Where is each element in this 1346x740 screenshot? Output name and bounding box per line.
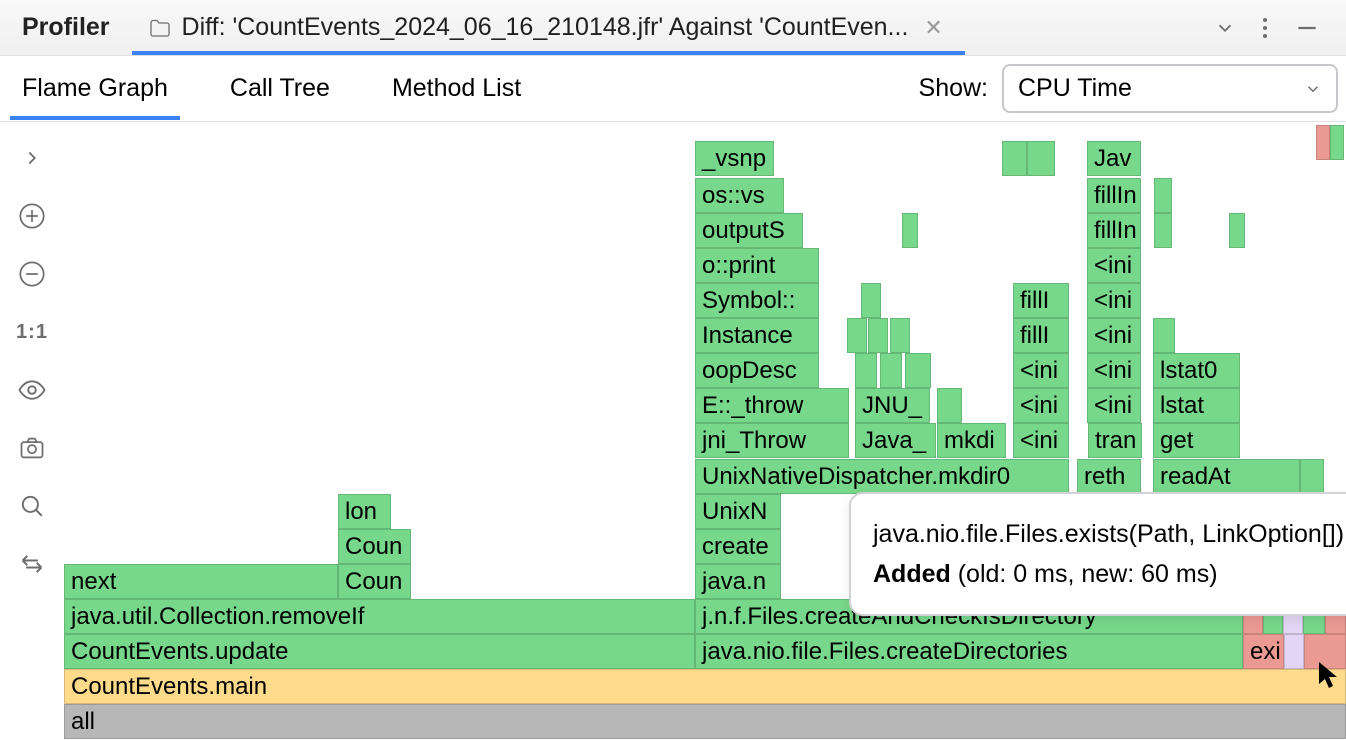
flame-frame[interactable] bbox=[1154, 178, 1172, 213]
tab-method-list[interactable]: Method List bbox=[384, 58, 529, 119]
flame-frame[interactable]: mkdi bbox=[937, 423, 1006, 458]
flame-graph[interactable]: java.nio.file.Files.exists(Path, LinkOpt… bbox=[64, 122, 1346, 740]
flame-frame[interactable] bbox=[1284, 634, 1304, 669]
minimize-icon[interactable] bbox=[1294, 15, 1320, 41]
flame-frame[interactable]: tran bbox=[1088, 423, 1142, 458]
close-icon[interactable]: ✕ bbox=[918, 15, 948, 41]
flame-frame[interactable]: readAt bbox=[1153, 459, 1300, 494]
flame-frame[interactable]: Symbol:: bbox=[695, 283, 819, 318]
flame-frame[interactable]: E::_throw bbox=[695, 388, 849, 423]
flame-frame[interactable]: Instance bbox=[695, 318, 819, 353]
header-actions bbox=[1214, 15, 1346, 41]
flame-frame[interactable]: next bbox=[64, 564, 338, 599]
tooltip-added-label: Added bbox=[873, 560, 951, 588]
flame-frame[interactable]: CountEvents.update bbox=[64, 634, 695, 669]
flame-frame[interactable]: UnixN bbox=[695, 494, 781, 529]
flame-frame[interactable] bbox=[868, 318, 888, 353]
flame-frame[interactable] bbox=[1316, 125, 1330, 160]
ratio-button[interactable]: 1:1 bbox=[14, 314, 50, 350]
flame-frame[interactable]: Java_ bbox=[855, 423, 936, 458]
tab-call-tree[interactable]: Call Tree bbox=[222, 58, 338, 119]
flame-frame[interactable] bbox=[880, 353, 902, 388]
tooltip-method: java.nio.file.Files.exists(Path, LinkOpt… bbox=[873, 514, 1346, 554]
flame-frame[interactable]: lon bbox=[338, 494, 391, 529]
more-menu-icon[interactable] bbox=[1262, 16, 1268, 40]
flame-frame[interactable]: fillI bbox=[1013, 283, 1069, 318]
chevron-down-icon[interactable] bbox=[1214, 17, 1236, 39]
left-toolbar: 1:1 bbox=[0, 122, 64, 740]
flame-frame[interactable] bbox=[847, 318, 867, 353]
flame-frame[interactable] bbox=[937, 388, 962, 423]
flame-frame[interactable]: java.util.Collection.removeIf bbox=[64, 599, 695, 634]
flame-frame[interactable] bbox=[1300, 459, 1324, 494]
snapshot-icon[interactable] bbox=[14, 430, 50, 466]
flame-frame[interactable]: JNU_ bbox=[855, 388, 930, 423]
zoom-in-icon[interactable] bbox=[14, 198, 50, 234]
flame-frame[interactable]: CountEvents.main bbox=[64, 669, 1346, 704]
dropdown-value: CPU Time bbox=[1018, 74, 1132, 103]
flame-frame[interactable]: Jav bbox=[1087, 141, 1141, 176]
flame-frame[interactable] bbox=[861, 283, 881, 318]
chevron-down-icon bbox=[1304, 80, 1322, 98]
flame-frame[interactable]: fillI bbox=[1013, 318, 1069, 353]
header-bar: Profiler Diff: 'CountEvents_2024_06_16_2… bbox=[0, 0, 1346, 56]
tooltip-detail: (old: 0 ms, new: 60 ms) bbox=[951, 560, 1218, 588]
flame-frame[interactable]: <ini bbox=[1013, 423, 1069, 458]
flame-frame[interactable] bbox=[890, 318, 910, 353]
flame-frame[interactable]: o::print bbox=[695, 248, 819, 283]
flame-frame[interactable]: oopDesc bbox=[695, 353, 819, 388]
flame-frame[interactable]: fillIn bbox=[1087, 213, 1141, 248]
flame-frame[interactable] bbox=[1027, 141, 1055, 176]
flame-frame[interactable]: reth bbox=[1077, 459, 1141, 494]
flame-frame[interactable] bbox=[1330, 125, 1344, 160]
folder-icon bbox=[148, 16, 172, 40]
flame-frame[interactable]: java.nio.file.Files.createDirectories bbox=[695, 634, 1243, 669]
flame-frame[interactable]: <ini bbox=[1013, 388, 1069, 423]
flame-frame[interactable]: os::vs bbox=[695, 178, 784, 213]
flame-frame[interactable] bbox=[1229, 213, 1245, 248]
expand-icon[interactable] bbox=[14, 140, 50, 176]
flame-frame[interactable]: outputS bbox=[695, 213, 803, 248]
frame-tooltip: java.nio.file.Files.exists(Path, LinkOpt… bbox=[849, 492, 1346, 616]
flame-frame[interactable]: create bbox=[695, 529, 781, 564]
flame-frame[interactable]: lstat bbox=[1153, 388, 1240, 423]
flame-frame[interactable] bbox=[905, 353, 931, 388]
flame-frame[interactable]: exi bbox=[1243, 634, 1284, 669]
swap-icon[interactable] bbox=[14, 546, 50, 582]
show-dropdown[interactable]: CPU Time bbox=[1002, 64, 1338, 113]
tool-window-title: Profiler bbox=[0, 13, 132, 42]
flame-frame[interactable]: <ini bbox=[1087, 318, 1141, 353]
flame-frame[interactable]: <ini bbox=[1087, 248, 1141, 283]
flame-frame[interactable] bbox=[1154, 213, 1172, 248]
preview-icon[interactable] bbox=[14, 372, 50, 408]
flame-frame[interactable]: java.n bbox=[695, 564, 781, 599]
flame-frame[interactable]: Coun bbox=[338, 564, 411, 599]
flame-frame[interactable]: get bbox=[1153, 423, 1240, 458]
tab-label: Diff: 'CountEvents_2024_06_16_210148.jfr… bbox=[182, 13, 909, 42]
flame-frame[interactable]: <ini bbox=[1013, 353, 1069, 388]
flame-frame[interactable]: all bbox=[64, 704, 1346, 739]
flame-frame[interactable]: jni_Throw bbox=[695, 423, 849, 458]
flame-frame[interactable] bbox=[1153, 318, 1175, 353]
tab-flame-graph[interactable]: Flame Graph bbox=[14, 58, 176, 119]
flame-frame[interactable] bbox=[855, 353, 877, 388]
flame-frame[interactable] bbox=[902, 213, 918, 248]
flame-frame[interactable] bbox=[1002, 141, 1027, 176]
flame-frame[interactable]: UnixNativeDispatcher.mkdir0 bbox=[695, 459, 1069, 494]
flame-frame[interactable]: fillIn bbox=[1087, 178, 1141, 213]
zoom-out-icon[interactable] bbox=[14, 256, 50, 292]
cursor-icon bbox=[1316, 660, 1340, 690]
search-icon[interactable] bbox=[14, 488, 50, 524]
flame-frame[interactable]: <ini bbox=[1087, 353, 1141, 388]
show-label: Show: bbox=[919, 74, 988, 103]
tab-active-indicator bbox=[132, 51, 965, 55]
subheader-bar: Flame Graph Call Tree Method List Show: … bbox=[0, 56, 1346, 122]
view-tabs: Flame Graph Call Tree Method List bbox=[0, 58, 529, 119]
flame-frame[interactable]: <ini bbox=[1087, 388, 1141, 423]
flame-frame[interactable]: <ini bbox=[1087, 283, 1141, 318]
flame-frame[interactable]: Coun bbox=[338, 529, 411, 564]
editor-tab[interactable]: Diff: 'CountEvents_2024_06_16_210148.jfr… bbox=[132, 0, 965, 55]
flame-frame[interactable]: _vsnp bbox=[695, 141, 774, 176]
flame-frame[interactable]: lstat0 bbox=[1153, 353, 1240, 388]
